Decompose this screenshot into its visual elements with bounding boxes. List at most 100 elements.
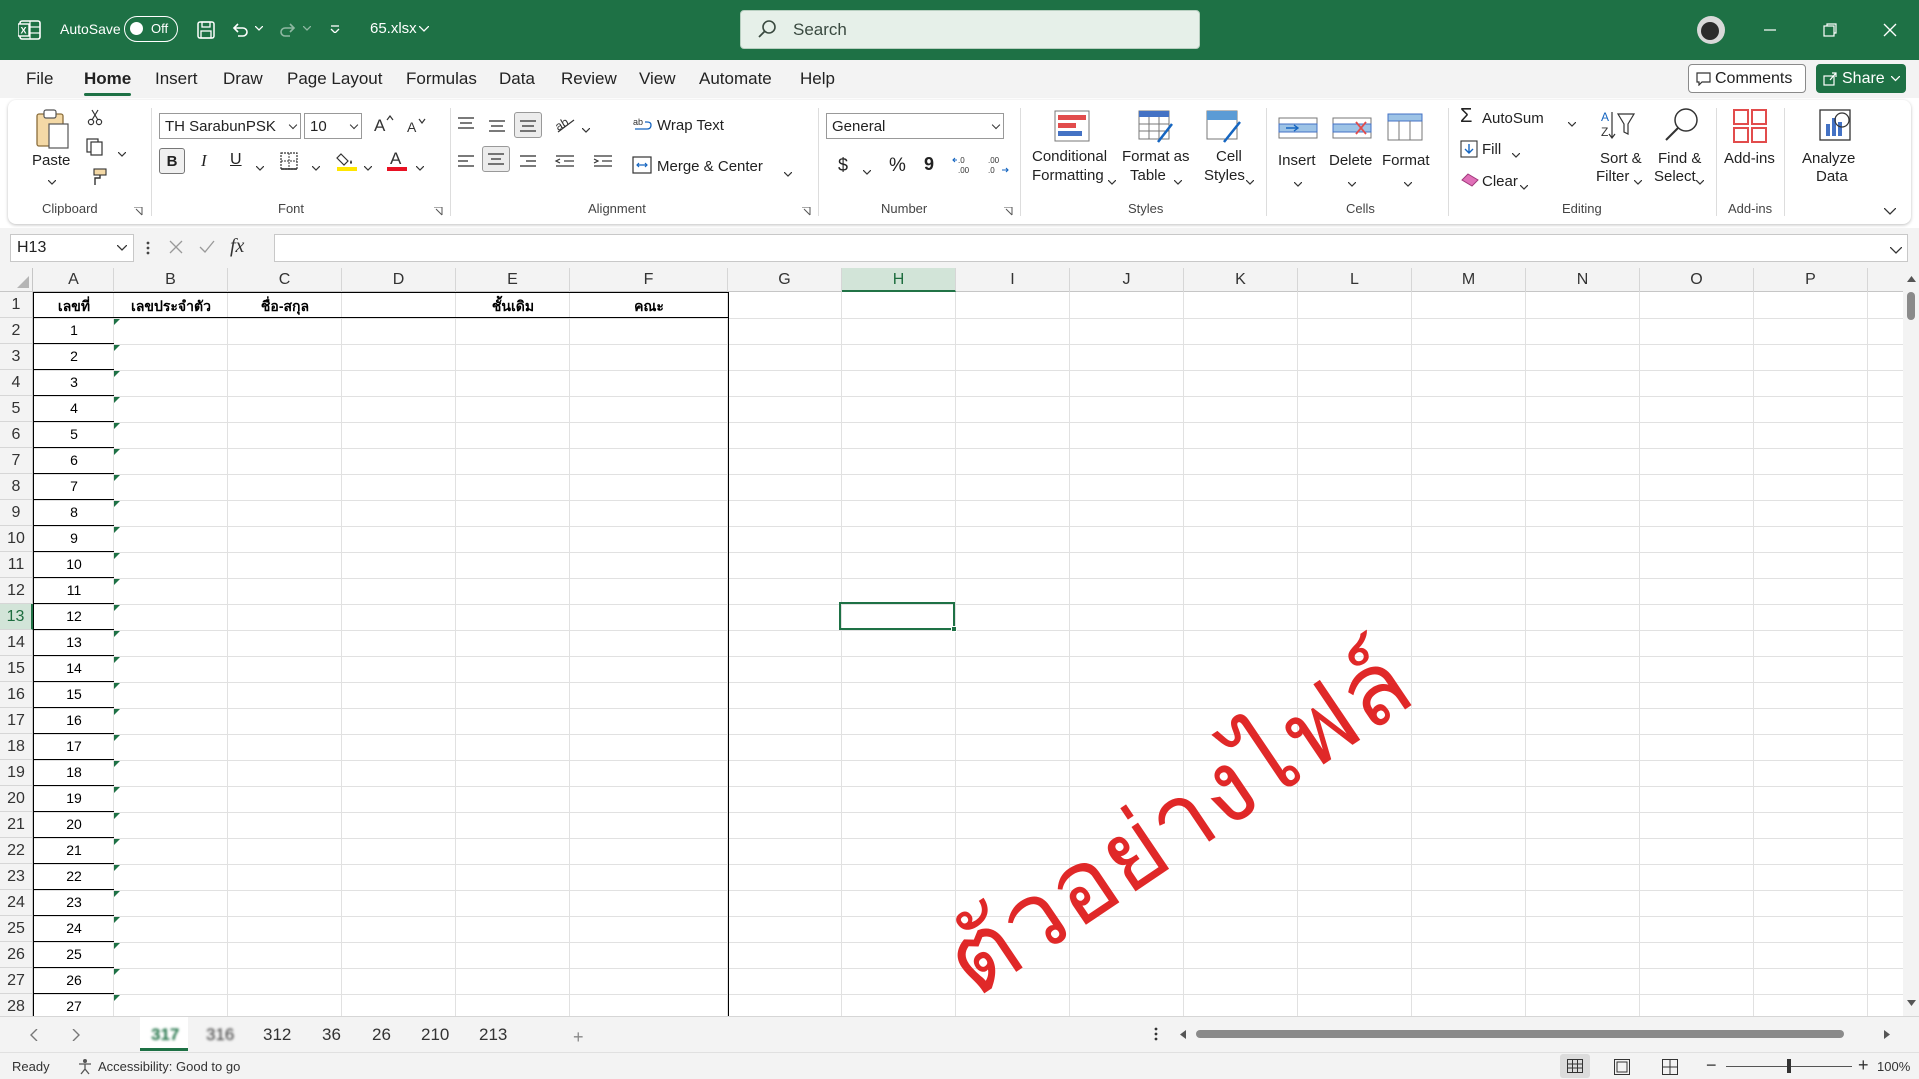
cell-a-value[interactable]: 4 (34, 400, 114, 416)
row-header-12[interactable]: 12 (0, 578, 33, 604)
cell-a-value[interactable]: 21 (34, 842, 114, 858)
cell-a-value[interactable]: 14 (34, 660, 114, 676)
merge-center-icon[interactable] (632, 156, 652, 177)
row-header-16[interactable]: 16 (0, 682, 33, 708)
percent-button[interactable]: % (889, 155, 906, 177)
column-header-e[interactable]: E (456, 268, 570, 292)
fill-color-chevron-icon[interactable] (363, 160, 373, 175)
sheet-tab-317[interactable]: 317 (151, 1025, 179, 1045)
header-cell-f[interactable]: คณะ (570, 296, 728, 318)
next-sheet-icon[interactable] (72, 1029, 80, 1041)
fill-color-icon[interactable] (336, 150, 358, 175)
fill-handle[interactable] (951, 626, 957, 632)
menu-help[interactable]: Help (800, 60, 835, 98)
font-size-select[interactable]: 10 (304, 113, 362, 139)
row-header-1[interactable]: 1 (0, 292, 33, 318)
comments-button[interactable]: Comments (1688, 64, 1806, 93)
decrease-indent-icon[interactable] (554, 154, 576, 173)
font-name-select[interactable]: TH SarabunPSK (159, 113, 301, 139)
row-header-13[interactable]: 13 (0, 604, 33, 630)
wrap-text-label[interactable]: Wrap Text (657, 117, 724, 134)
menu-insert[interactable]: Insert (155, 60, 198, 98)
format-cells-label[interactable]: Format (1382, 152, 1430, 169)
header-cell-c[interactable]: ชื่อ-สกุล (228, 296, 342, 318)
increase-font-icon[interactable]: A (373, 114, 395, 137)
minimize-icon[interactable] (1760, 20, 1780, 40)
row-header-21[interactable]: 21 (0, 812, 33, 838)
find-chevron-icon[interactable] (1695, 174, 1705, 189)
scroll-down-icon[interactable] (1907, 1000, 1916, 1007)
orientation-icon[interactable]: ab (552, 114, 580, 137)
cell-a-value[interactable]: 11 (34, 582, 114, 598)
redo-icon[interactable] (276, 18, 300, 42)
merge-center-label[interactable]: Merge & Center (657, 158, 763, 175)
cell-a-value[interactable]: 12 (34, 608, 114, 624)
number-format-select[interactable]: General (826, 113, 1004, 139)
wrap-text-icon[interactable]: ab (633, 116, 653, 137)
column-header-b[interactable]: B (114, 268, 228, 292)
analyze-data-label2[interactable]: Data (1816, 168, 1848, 185)
name-box[interactable]: H13 (10, 234, 134, 262)
file-name[interactable]: 65.xlsx (370, 20, 417, 37)
autosave-toggle[interactable]: Off (124, 16, 178, 42)
format-as-table-icon[interactable] (1138, 110, 1174, 147)
cell-a-value[interactable]: 26 (34, 972, 114, 988)
insert-chevron-icon[interactable] (1293, 176, 1303, 191)
row-header-28[interactable]: 28 (0, 994, 33, 1016)
column-header-g[interactable]: G (728, 268, 842, 292)
undo-icon[interactable] (228, 18, 252, 42)
find-select-icon[interactable] (1662, 106, 1700, 147)
cell-a-value[interactable]: 16 (34, 712, 114, 728)
header-cell-e[interactable]: ชั้นเดิม (456, 296, 570, 318)
scroll-left-icon[interactable] (1180, 1030, 1187, 1039)
row-header-27[interactable]: 27 (0, 968, 33, 994)
menu-page-layout[interactable]: Page Layout (287, 60, 382, 98)
restore-icon[interactable] (1820, 20, 1840, 40)
menu-review[interactable]: Review (561, 60, 617, 98)
scroll-up-icon[interactable] (1907, 276, 1916, 283)
format-as-table-label[interactable]: Format as (1122, 148, 1190, 165)
font-launcher-icon[interactable] (434, 204, 443, 219)
row-header-6[interactable]: 6 (0, 422, 33, 448)
format-table-chevron-icon[interactable] (1173, 174, 1183, 189)
cell-a-value[interactable]: 6 (34, 452, 114, 468)
redo-dropdown-icon[interactable] (302, 22, 312, 36)
insert-cells-icon[interactable] (1278, 110, 1318, 147)
column-header-d[interactable]: D (342, 268, 456, 292)
format-as-table-label2[interactable]: Table (1130, 167, 1166, 184)
column-header-j[interactable]: J (1070, 268, 1184, 292)
cell-a-value[interactable]: 25 (34, 946, 114, 962)
normal-view-icon[interactable] (1560, 1054, 1590, 1078)
menu-data[interactable]: Data (499, 60, 535, 98)
autosum-chevron-icon[interactable] (1567, 116, 1577, 131)
cell-a-value[interactable]: 23 (34, 894, 114, 910)
column-header-l[interactable]: L (1298, 268, 1412, 292)
sort-filter-icon[interactable]: AZ (1600, 108, 1636, 147)
row-header-23[interactable]: 23 (0, 864, 33, 890)
expand-formula-icon[interactable] (1889, 243, 1903, 258)
row-header-15[interactable]: 15 (0, 656, 33, 682)
row-header-9[interactable]: 9 (0, 500, 33, 526)
column-header-p[interactable]: P (1754, 268, 1868, 292)
row-header-5[interactable]: 5 (0, 396, 33, 422)
column-header-a[interactable]: A (34, 268, 114, 292)
paste-chevron-icon[interactable] (47, 174, 57, 189)
conditional-formatting-label[interactable]: Conditional (1032, 148, 1107, 165)
sheet-tab-36[interactable]: 36 (322, 1025, 341, 1045)
tabs-more-icon[interactable] (1154, 1027, 1158, 1041)
insert-cells-label[interactable]: Insert (1278, 152, 1316, 169)
select-all-corner[interactable] (0, 268, 33, 292)
search-box[interactable]: Search (740, 10, 1200, 49)
zoom-slider-thumb[interactable] (1787, 1059, 1791, 1073)
vertical-scrollbar[interactable] (1903, 268, 1919, 1016)
row-header-18[interactable]: 18 (0, 734, 33, 760)
find-select-label2[interactable]: Select (1654, 168, 1696, 185)
column-header-h[interactable]: H (842, 268, 956, 292)
fill-down-icon[interactable] (1460, 140, 1478, 161)
column-header-c[interactable]: C (228, 268, 342, 292)
conditional-formatting-icon[interactable] (1054, 110, 1090, 147)
currency-button[interactable]: $ (838, 155, 848, 176)
add-sheet-icon[interactable]: + (573, 1027, 584, 1048)
font-color-chevron-icon[interactable] (415, 160, 425, 175)
row-header-25[interactable]: 25 (0, 916, 33, 942)
